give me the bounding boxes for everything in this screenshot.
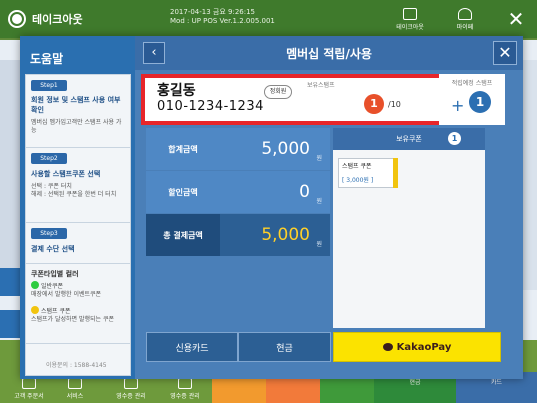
bottom-nav-label: 서비스	[66, 393, 84, 400]
app-close-icon[interactable]: ✕	[503, 6, 529, 32]
divider	[26, 147, 130, 148]
pos-app: 테이크아웃 2017-04-13 금요 9:26:15 Mod : UP POS…	[0, 0, 537, 403]
datetime-text: 2017-04-13 금요 9:26:15	[170, 8, 255, 16]
coupon-count: 1	[448, 132, 461, 145]
step-heading: 결제 수단 선택	[31, 245, 75, 253]
divider	[26, 263, 130, 264]
coupon-title: 보유쿠폰	[396, 135, 422, 143]
amount-label: 총 결제금액	[146, 214, 220, 256]
printer-icon	[403, 7, 417, 20]
background-left-tab	[0, 310, 22, 338]
coupon-name: 스탬프 쿠폰	[342, 163, 372, 170]
cash-button[interactable]: 현금	[238, 332, 331, 362]
close-icon[interactable]: ✕	[493, 41, 517, 65]
step-badge: Step1	[31, 80, 67, 91]
user-icon	[458, 7, 472, 20]
bottom-cash-label: 현금	[409, 379, 421, 386]
logo-icon	[8, 10, 26, 28]
amount-unit: 원	[316, 155, 322, 162]
coupon-item[interactable]: 스탬프 쿠폰 [ 3,000원 ]	[338, 158, 398, 188]
general-coupon-dot-icon	[31, 281, 39, 289]
legend-desc: 스탬프가 달성하면 발행되는 쿠폰	[31, 316, 115, 323]
payment-bar: 신용카드 현금 KakaoPay	[146, 332, 515, 362]
legend-desc: 매장에서 발행한 이벤트쿠폰	[31, 291, 102, 298]
legend-title: 쿠폰타입별 컬러	[31, 270, 79, 278]
service-icon	[68, 378, 82, 389]
dialog-header: ‹ 멤버십 적립/사용 ✕	[135, 36, 523, 70]
coupon-header: 보유쿠폰	[333, 128, 485, 150]
receipt-icon	[178, 378, 192, 389]
document-icon	[22, 378, 36, 389]
bottom-card-label: 카드	[490, 379, 503, 386]
plus-icon: +	[451, 96, 465, 115]
step-heading: 회원 정보 및 스탬프 사용 여부 확인	[31, 96, 121, 114]
takeout-button[interactable]: 테이크아웃	[388, 5, 432, 33]
mypage-button[interactable]: 마이페	[445, 5, 485, 33]
amount-label: 할인금액	[168, 187, 198, 197]
bottom-nav-label: 영수증 관리	[116, 393, 146, 400]
amount-unit: 원	[316, 241, 322, 248]
amount-value: 5,000	[261, 225, 310, 245]
amount-value: 5,000	[261, 139, 310, 159]
step-desc: 선택 : 쿠폰 터치 해제 : 선택된 쿠폰을 한번 더 터치	[31, 183, 117, 198]
background-left-tab	[0, 268, 22, 296]
member-grade-badge: 정회원	[264, 85, 292, 99]
stamp-max: /10	[388, 100, 401, 109]
bottom-nav-label: 영수증 관리	[170, 393, 200, 400]
divider	[26, 343, 130, 344]
help-content: Step1 회원 정보 및 스탬프 사용 여부 확인 멤버십 멤가입고객만 스탬…	[25, 74, 131, 376]
top-bar: 테이크아웃 2017-04-13 금요 9:26:15 Mod : UP POS…	[0, 0, 537, 38]
total-amount-row: 합계금액 5,000 원	[146, 128, 330, 170]
kakaopay-button[interactable]: KakaoPay	[333, 332, 501, 362]
discount-amount-row: 할인금액 0 원	[146, 171, 330, 213]
earn-stamp-count: 1	[469, 91, 491, 113]
amount-label: 합계금액	[168, 144, 198, 154]
earn-stamp-panel: 적립예정 스탬프 + 1	[439, 74, 505, 125]
earn-stamp-label: 적립예정 스탬프	[451, 80, 493, 87]
step-badge: Step3	[31, 228, 67, 239]
coupon-price: [ 3,000원 ]	[342, 177, 374, 184]
amount-value: 0	[299, 182, 310, 202]
divider	[26, 222, 130, 223]
help-title: 도움말	[30, 52, 64, 66]
kakaopay-label: KakaoPay	[396, 341, 452, 353]
dialog-title: 멤버십 적립/사용	[286, 47, 372, 61]
logo-text: 테이크아웃	[32, 13, 83, 26]
final-amount-row: 총 결제금액 5,000 원	[146, 214, 330, 256]
step-heading: 사용할 스탬프쿠폰 선택	[31, 170, 101, 178]
background-left-panel	[0, 60, 22, 290]
membership-dialog: 도움말 Step1 회원 정보 및 스탬프 사용 여부 확인 멤버십 멤가입고객…	[20, 36, 523, 379]
stamp-coupon-marker	[393, 158, 398, 188]
legend-label: 일반쿠폰	[41, 283, 64, 290]
step-badge: Step2	[31, 153, 67, 164]
speech-bubble-icon	[382, 343, 393, 351]
takeout-label: 테이크아웃	[396, 23, 424, 31]
coupon-panel: 보유쿠폰 1 스탬프 쿠폰 [ 3,000원 ]	[333, 128, 485, 328]
step-desc: 멤버십 멤가입고객만 스탬프 사용 가능	[31, 119, 122, 134]
stamp-label: 보유스탬프	[307, 82, 335, 89]
member-name: 홍길동	[157, 83, 196, 99]
version-text: Mod : UP POS Ver.1.2.005.001	[170, 17, 275, 25]
app-logo: 테이크아웃	[8, 8, 98, 30]
version-info: 2017-04-13 금요 9:26:15 Mod : UP POS Ver.1…	[170, 8, 275, 26]
stamp-coupon-dot-icon	[31, 306, 39, 314]
help-panel: 도움말 Step1 회원 정보 및 스탬프 사용 여부 확인 멤버십 멤가입고객…	[20, 36, 135, 379]
legend-label: 스탬프 쿠폰	[41, 308, 71, 315]
member-phone: 010-1234-1234	[157, 99, 264, 114]
stamp-count: 1	[364, 94, 384, 114]
amount-unit: 원	[316, 198, 322, 205]
credit-card-button[interactable]: 신용카드	[146, 332, 238, 362]
member-info: 홍길동 010-1234-1234 정회원 보유스탬프 1 /10	[141, 74, 443, 125]
help-footer: 이용문의 : 1588-4145	[46, 362, 107, 369]
bottom-nav-label: 고객 주문서	[14, 393, 44, 400]
mypage-label: 마이페	[456, 23, 474, 31]
receipt-icon	[124, 378, 138, 389]
